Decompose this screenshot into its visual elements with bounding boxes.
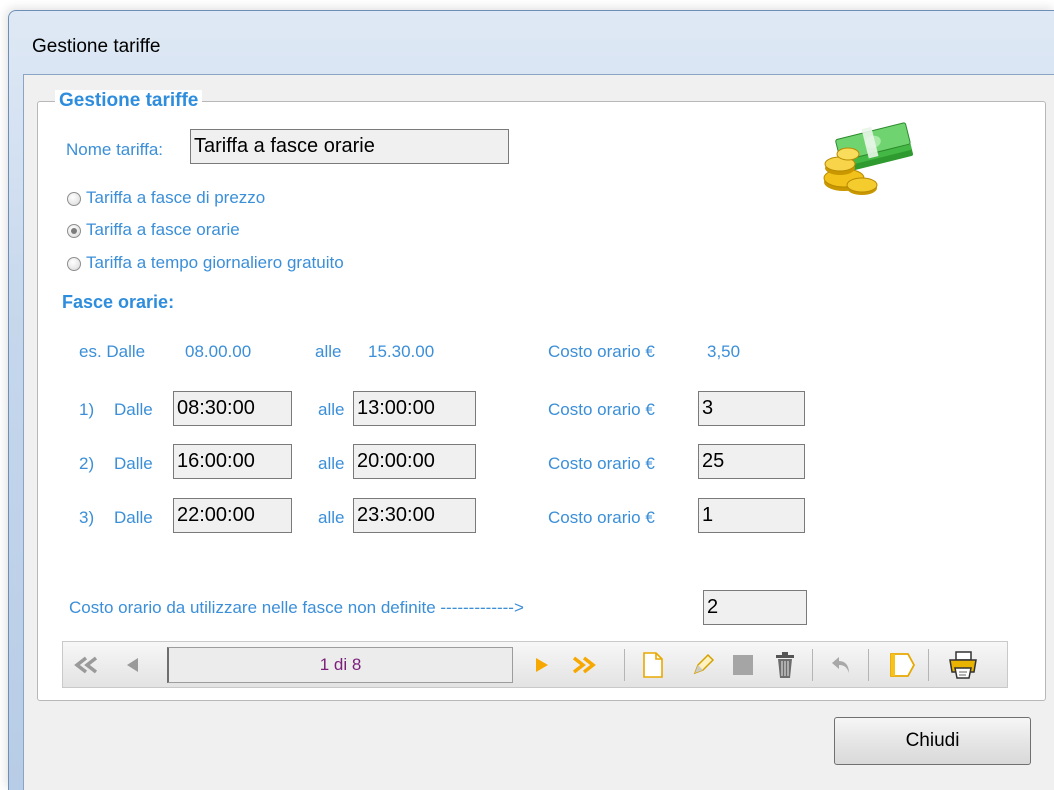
tariff-name-label: Nome tariffa: [66, 140, 164, 159]
first-record-icon[interactable] [70, 648, 104, 682]
toolbar-separator [868, 649, 869, 681]
example-cost-value: 3,50 [707, 342, 741, 361]
radio-label: Tariffa a tempo giornaliero gratuito [86, 253, 344, 272]
undefined-cost-label: Costo orario da utilizzare nelle fasce n… [69, 598, 524, 617]
toolbar-separator [812, 649, 813, 681]
example-dalle-value: 08.00.00 [185, 342, 252, 361]
toolbar-separator [928, 649, 929, 681]
radio-circle [67, 224, 81, 238]
money-icon [818, 116, 918, 198]
window-title: Gestione tariffe [32, 36, 161, 57]
delete-record-icon[interactable] [768, 648, 802, 682]
band-1-index: 1) [79, 400, 95, 419]
save-record-icon[interactable] [726, 648, 760, 682]
band-1-cost-input[interactable]: 3 [698, 391, 805, 426]
band-2-dalle-label: Dalle [114, 454, 153, 473]
record-counter: 1 di 8 [167, 647, 513, 683]
band-2-alle-label: alle [318, 454, 345, 473]
radio-tariffa-fasce-orarie[interactable]: Tariffa a fasce orarie [67, 220, 387, 242]
band-2-from-input[interactable]: 16:00:00 [173, 444, 292, 479]
band-3-index: 3) [79, 508, 95, 527]
edit-record-icon[interactable] [686, 648, 720, 682]
bookmark-icon[interactable] [885, 648, 919, 682]
radio-dot [71, 228, 77, 234]
print-icon[interactable] [946, 648, 980, 682]
next-record-icon[interactable] [525, 648, 559, 682]
band-1-dalle-label: Dalle [114, 400, 153, 419]
undo-icon[interactable] [824, 648, 858, 682]
band-2-to-input[interactable]: 20:00:00 [353, 444, 476, 479]
band-1-to-input[interactable]: 13:00:00 [353, 391, 476, 426]
example-dalle-label: es. Dalle [79, 342, 146, 361]
prev-record-icon[interactable] [116, 648, 150, 682]
band-3-alle-label: alle [318, 508, 345, 527]
tariff-name-input[interactable]: Tariffa a fasce orarie [190, 129, 509, 164]
band-3-cost-input[interactable]: 1 [698, 498, 805, 533]
band-1-from-input[interactable]: 08:30:00 [173, 391, 292, 426]
example-alle-label: alle [315, 342, 342, 361]
group-legend: Gestione tariffe [55, 90, 203, 112]
band-3-dalle-label: Dalle [114, 508, 153, 527]
undefined-cost-input[interactable]: 2 [703, 590, 807, 625]
band-2-index: 2) [79, 454, 95, 473]
close-button[interactable]: Chiudi [834, 717, 1031, 765]
band-2-cost-input[interactable]: 25 [698, 444, 805, 479]
band-2-cost-label: Costo orario € [548, 454, 655, 473]
example-cost-label: Costo orario € [548, 342, 655, 361]
radio-circle [67, 257, 81, 271]
radio-tariffa-fasce-prezzo[interactable]: Tariffa a fasce di prezzo [67, 188, 387, 210]
example-alle-value: 15.30.00 [368, 342, 435, 361]
toolbar-separator [624, 649, 625, 681]
new-record-icon[interactable] [636, 648, 670, 682]
band-3-from-input[interactable]: 22:00:00 [173, 498, 292, 533]
bands-title: Fasce orarie: [62, 292, 175, 312]
band-3-cost-label: Costo orario € [548, 508, 655, 527]
radio-label: Tariffa a fasce di prezzo [86, 188, 266, 207]
band-1-alle-label: alle [318, 400, 345, 419]
band-3-to-input[interactable]: 23:30:00 [353, 498, 476, 533]
radio-tariffa-tempo-gratuito[interactable]: Tariffa a tempo giornaliero gratuito [67, 253, 447, 275]
band-1-cost-label: Costo orario € [548, 400, 655, 419]
last-record-icon[interactable] [567, 648, 601, 682]
radio-label: Tariffa a fasce orarie [86, 220, 240, 239]
radio-circle [67, 192, 81, 206]
